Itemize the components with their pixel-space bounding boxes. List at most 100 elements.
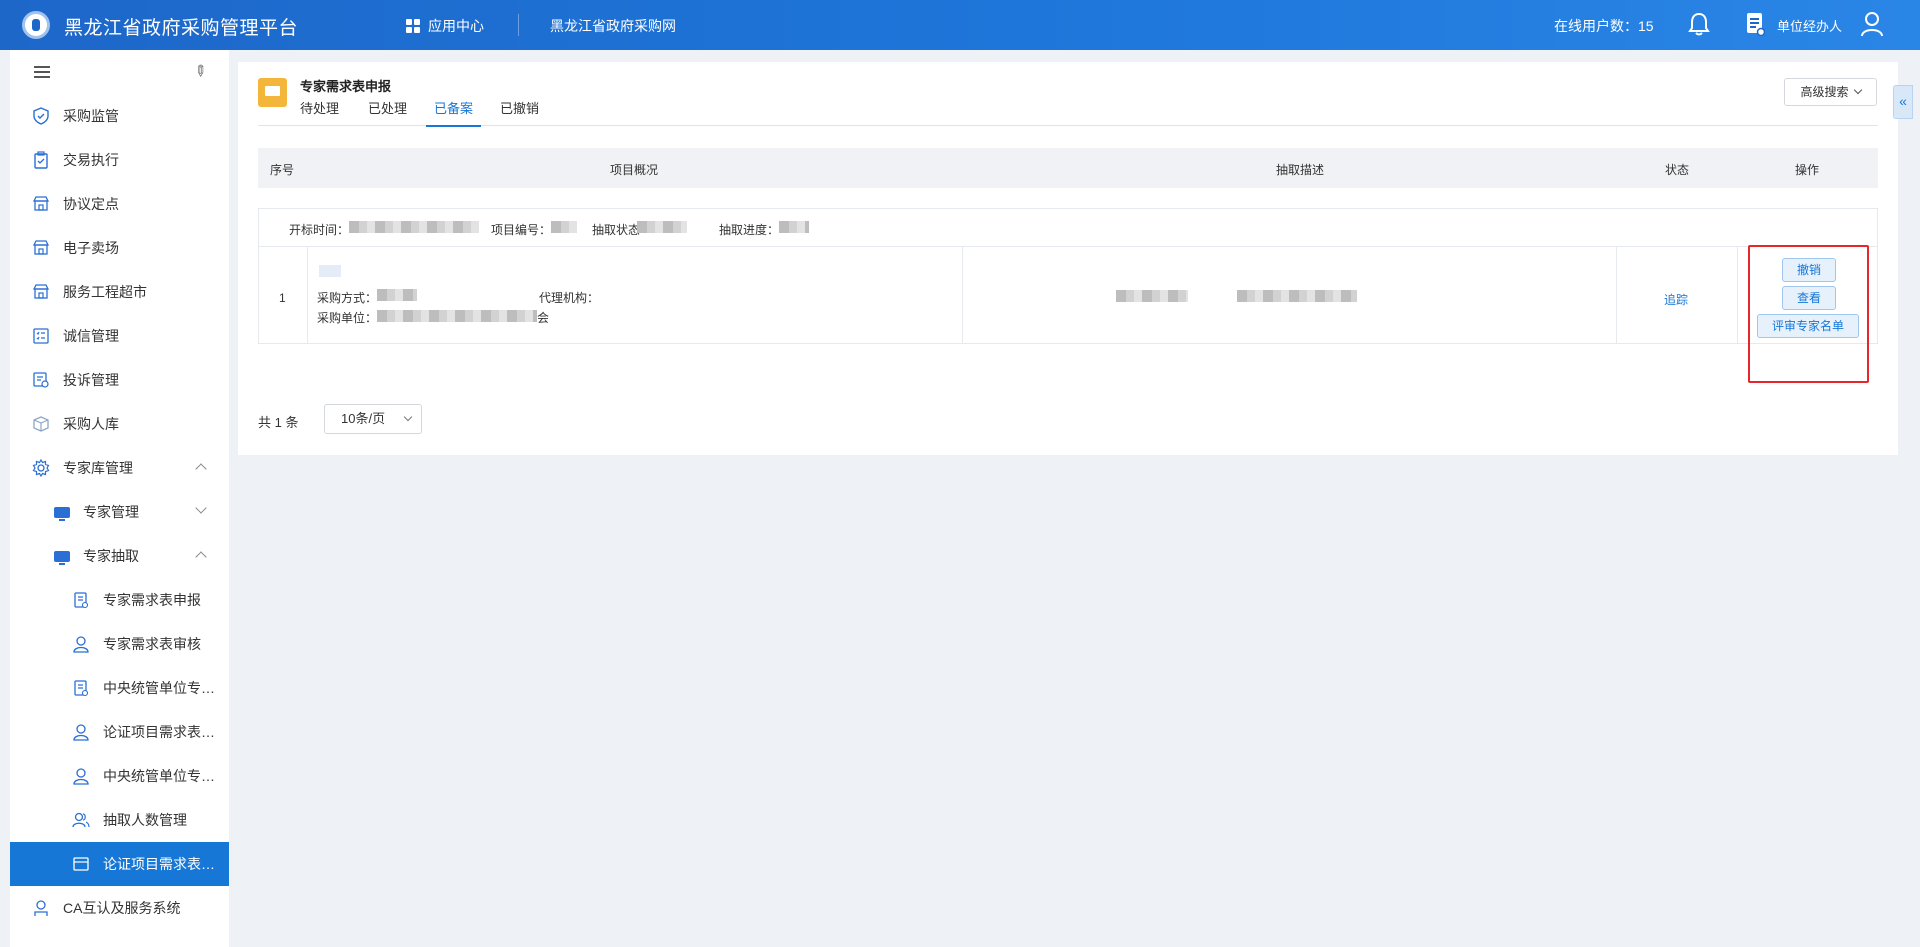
redacted-value (377, 289, 417, 301)
gear-icon (32, 459, 50, 477)
sidebar-item-central-unit-apply[interactable]: 中央统管单位专家需求表申报 (10, 666, 229, 710)
sidebar-item-label: 投诉管理 (63, 372, 119, 388)
sidebar-item-argument-project-apply[interactable]: 论证项目需求表申报 (10, 842, 229, 886)
sidebar-item-agreement-points[interactable]: 协议定点 (10, 182, 229, 226)
sidebar-item-label: 中央统管单位专家需求表审核 (103, 768, 215, 784)
table-row: 1 采购方式： 代理机构： 采购单位： 会 追踪 撤销 查看 评审专家名单 (258, 247, 1878, 344)
column-header-description: 抽取描述 (1276, 163, 1325, 177)
window-icon (73, 857, 89, 871)
page-size-select[interactable]: 10条/页 (324, 404, 422, 434)
sidebar-item-label: 诚信管理 (63, 328, 119, 344)
sidebar-item-expert-demand-review[interactable]: 专家需求表审核 (10, 622, 229, 666)
sidebar-item-service-market[interactable]: 服务工程超市 (10, 270, 229, 314)
redacted-value (377, 310, 537, 322)
advanced-search-button[interactable]: 高级搜索 (1784, 78, 1877, 106)
sidebar-item-label: 专家库管理 (63, 460, 133, 476)
sidebar-header: ✎ (10, 50, 229, 94)
advanced-search-label: 高级搜索 (1800, 85, 1849, 99)
column-header-overview: 项目概况 (610, 163, 659, 177)
store-icon (32, 196, 50, 211)
sidebar-item-label: 专家需求表申报 (103, 592, 201, 608)
sidebar-item-label: 中央统管单位专家需求表申报 (103, 680, 215, 696)
sidebar-item-label: 论证项目需求表审核 (103, 724, 215, 740)
redacted-value (349, 221, 479, 233)
row-index: 1 (279, 291, 286, 305)
redacted-value (1116, 290, 1188, 302)
document-icon[interactable] (1745, 12, 1765, 36)
sidebar-item-transaction-execution[interactable]: 交易执行 (10, 138, 229, 182)
project-no-label: 项目编号： (491, 223, 552, 237)
sidebar-item-label: CA互认及服务系统 (63, 900, 181, 916)
sidebar-item-label: 服务工程超市 (63, 284, 147, 300)
sidebar-item-label: 采购监管 (63, 108, 119, 124)
track-link[interactable]: 追踪 (1664, 291, 1688, 308)
users-icon (72, 812, 90, 828)
redacted-value (319, 265, 341, 277)
sidebar-item-procurement-supervision[interactable]: 采购监管 (10, 94, 229, 138)
sidebar-item-expert-extraction[interactable]: 专家抽取 (10, 534, 229, 578)
main-panel: 专家需求表申报 待处理 已处理 已备案 已撤销 高级搜索 序号 项目概况 抽取描… (238, 62, 1898, 455)
form-icon (74, 592, 89, 609)
app-center-link[interactable]: 应用中心 (406, 16, 484, 36)
platform-logo (22, 11, 50, 39)
top-header: 黑龙江省政府采购管理平台 应用中心 黑龙江省政府采购网 在线用户数：15 单位经… (0, 0, 1920, 50)
row-meta: 开标时间： 项目编号： 抽取状态 抽取进度： (258, 208, 1878, 247)
pin-icon[interactable]: ✎ (189, 60, 211, 82)
collapse-panel-button[interactable]: « (1893, 85, 1913, 119)
open-time-label: 开标时间： (289, 223, 350, 237)
chevron-up-icon (195, 551, 207, 563)
tab-filed[interactable]: 已备案 (426, 98, 482, 127)
monitor-icon (54, 507, 70, 521)
app-center-label: 应用中心 (428, 18, 484, 34)
sidebar-item-credit-management[interactable]: 诚信管理 (10, 314, 229, 358)
sidebar-item-argument-project-review[interactable]: 论证项目需求表审核 (10, 710, 229, 754)
sidebar-item-label: 专家需求表审核 (103, 636, 201, 652)
table-header: 序号 项目概况 抽取描述 状态 操作 (258, 148, 1878, 188)
app-title: 黑龙江省政府采购管理平台 (64, 18, 299, 39)
sidebar-item-complaint-management[interactable]: 投诉管理 (10, 358, 229, 402)
tab-processed[interactable]: 已处理 (368, 98, 407, 125)
redacted-value (637, 221, 687, 233)
clipboard-icon (34, 151, 48, 169)
ca-icon (34, 900, 48, 916)
bell-icon[interactable] (1688, 12, 1710, 36)
user-icon (73, 724, 89, 741)
user-icon (73, 636, 89, 653)
sidebar-item-expert-demand-apply[interactable]: 专家需求表申报 (10, 578, 229, 622)
sidebar-item-label: 交易执行 (63, 152, 119, 168)
chevron-up-icon (195, 463, 207, 475)
sidebar-item-central-unit-review[interactable]: 中央统管单位专家需求表审核 (10, 754, 229, 798)
grid-icon (406, 19, 420, 33)
column-header-status: 状态 (1665, 163, 1690, 177)
sidebar-item-expert-library[interactable]: 专家库管理 (10, 446, 229, 490)
tab-revoked[interactable]: 已撤销 (500, 98, 539, 125)
store-icon (32, 284, 50, 299)
pagination-total: 共 1 条 (258, 415, 299, 430)
tab-pending[interactable]: 待处理 (300, 98, 339, 125)
sidebar-item-label: 专家抽取 (83, 548, 139, 564)
user-icon[interactable] (1860, 11, 1884, 37)
sidebar-item-expert-management[interactable]: 专家管理 (10, 490, 229, 534)
sidebar-item-label: 专家管理 (83, 504, 139, 520)
sidebar-item-purchaser-library[interactable]: 采购人库 (10, 402, 229, 446)
sidebar-item-label: 论证项目需求表申报 (103, 856, 215, 872)
column-header-index: 序号 (270, 163, 295, 177)
shield-icon (33, 107, 49, 125)
redacted-value (551, 221, 577, 233)
user-role[interactable]: 单位经办人 (1777, 16, 1842, 35)
nav-divider (518, 14, 519, 36)
redacted-value (779, 221, 809, 233)
sidebar-item-label: 电子卖场 (63, 240, 119, 256)
sidebar-item-e-mall[interactable]: 电子卖场 (10, 226, 229, 270)
procurement-site-link[interactable]: 黑龙江省政府采购网 (550, 16, 676, 36)
redacted-value (1237, 290, 1357, 302)
menu-toggle-icon[interactable] (34, 66, 50, 78)
monitor-icon (54, 551, 70, 565)
purchase-method-label: 采购方式： (317, 291, 378, 305)
chevron-down-icon (1853, 85, 1862, 95)
chevron-down-icon (195, 502, 207, 514)
status-tabs: 待处理 已处理 已备案 已撤销 (258, 90, 1878, 127)
sidebar-item-extract-count-management[interactable]: 抽取人数管理 (10, 798, 229, 842)
sidebar-item-ca-system[interactable]: CA互认及服务系统 (10, 886, 229, 930)
chevron-down-icon (403, 412, 413, 422)
